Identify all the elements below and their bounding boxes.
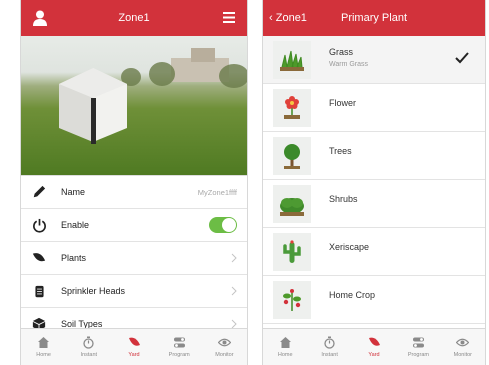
plant-name: Trees — [329, 146, 352, 156]
tree-icon — [284, 144, 300, 169]
zone-name-value: MyZone1ffff — [197, 187, 237, 197]
plant-option-trees[interactable]: Trees — [263, 132, 485, 180]
name-row[interactable]: Name MyZone1ffff — [21, 176, 247, 209]
stopwatch-icon — [83, 336, 94, 349]
bottom-tab-bar: Home Instant Yard Program Monitor — [21, 328, 247, 365]
tab-label: Monitor — [215, 352, 234, 358]
chevron-right-icon — [231, 286, 237, 296]
tab-program[interactable]: Program — [157, 329, 202, 365]
sprinkler-head-icon — [34, 285, 44, 297]
enable-row: Enable — [21, 209, 247, 242]
tab-label: Instant — [321, 352, 338, 358]
name-label: Name — [61, 187, 86, 197]
pencil-icon — [33, 185, 46, 198]
yard-leaf-icon — [128, 337, 140, 346]
plant-option-grass[interactable]: Grass Warm Grass — [263, 36, 485, 84]
enable-toggle[interactable] — [209, 217, 237, 233]
plant-name: Xeriscape — [329, 242, 370, 252]
page-title: Primary Plant — [340, 12, 408, 24]
plant-name: Flower — [329, 98, 357, 108]
shrub-icon — [280, 198, 304, 216]
primary-plant-screen: ‹ Zone1 Primary Plant Grass Warm Grass F… — [262, 0, 486, 365]
sprinkler-heads-label: Sprinkler Heads — [61, 286, 126, 296]
tab-yard[interactable]: Yard — [111, 329, 156, 365]
sprinkler-controller-image — [59, 68, 127, 144]
tab-instant[interactable]: Instant — [307, 329, 351, 365]
sprinkler-heads-row[interactable]: Sprinkler Heads — [21, 275, 247, 308]
plant-option-flower[interactable]: Flower — [263, 84, 485, 132]
stopwatch-icon — [324, 336, 335, 349]
plant-name: Home Crop — [329, 290, 376, 300]
yard-leaf-icon — [368, 337, 380, 346]
tab-home[interactable]: Home — [21, 329, 66, 365]
leaf-icon — [32, 253, 46, 262]
plant-name: Shrubs — [329, 194, 358, 204]
home-icon — [38, 337, 50, 348]
plants-row[interactable]: Plants — [21, 242, 247, 275]
bottom-tab-bar: Home Instant Yard Program Monitor — [263, 328, 485, 365]
plants-label: Plants — [61, 253, 87, 263]
tab-label: Yard — [128, 352, 140, 358]
eye-icon — [456, 338, 470, 347]
grass-icon — [280, 50, 304, 71]
checkmark-icon — [455, 52, 469, 64]
tab-label: Instant — [80, 352, 98, 358]
tab-instant[interactable]: Instant — [66, 329, 111, 365]
cactus-icon — [283, 240, 301, 263]
power-icon — [32, 218, 46, 233]
home-icon — [279, 337, 291, 348]
plant-option-xeriscape[interactable]: Xeriscape — [263, 228, 485, 276]
plant-option-home-crop[interactable]: Home Crop — [263, 276, 485, 324]
plant-name: Grass — [329, 47, 354, 57]
top-bar: Zone1 — [21, 0, 247, 36]
tab-label: Program — [168, 352, 190, 358]
tab-monitor[interactable]: Monitor — [441, 329, 485, 365]
tab-label: Home — [277, 352, 293, 358]
zone-settings-screen: Zone1 Name MyZone1ffff Enable Plants Spr… — [20, 0, 248, 365]
zone-settings-list: Name MyZone1ffff Enable Plants Sprinkler… — [21, 175, 247, 341]
tab-yard[interactable]: Yard — [352, 329, 396, 365]
plant-option-shrubs[interactable]: Shrubs — [263, 180, 485, 228]
plant-list: Grass Warm Grass Flower Trees Shrubs Xer… — [263, 36, 485, 324]
enable-label: Enable — [61, 220, 90, 230]
chevron-right-icon — [231, 253, 237, 263]
program-icon — [173, 337, 185, 348]
top-bar: ‹ Zone1 Primary Plant — [263, 0, 485, 36]
tab-label: Yard — [368, 352, 380, 358]
page-title: Zone1 — [118, 12, 150, 24]
eye-icon — [217, 338, 231, 347]
tab-program[interactable]: Program — [396, 329, 440, 365]
tab-monitor[interactable]: Monitor — [202, 329, 247, 365]
menu-icon[interactable] — [223, 12, 235, 23]
flower-icon — [284, 96, 300, 119]
tab-home[interactable]: Home — [263, 329, 307, 365]
tab-label: Monitor — [453, 352, 472, 358]
crop-icon — [283, 289, 301, 311]
plant-subtype: Warm Grass — [329, 61, 369, 68]
tab-label: Home — [36, 352, 51, 358]
program-icon — [412, 337, 424, 348]
zone-photo[interactable] — [21, 36, 247, 175]
tab-label: Program — [407, 352, 429, 358]
